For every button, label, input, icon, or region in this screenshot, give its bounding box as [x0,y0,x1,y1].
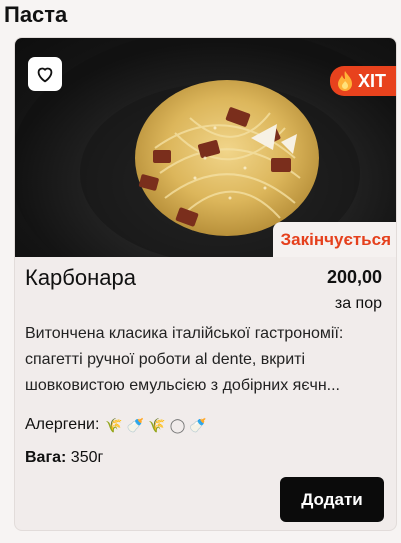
weight-value: 350г [70,449,104,466]
wheat-icon: 🌾 [105,417,123,433]
fire-icon [337,71,352,91]
product-name[interactable]: Карбонара [25,265,136,291]
hit-badge: ХІТ [329,66,396,96]
hit-label: ХІТ [357,70,386,91]
weight-label: Вага: [25,449,67,466]
price-unit: за пор [334,295,382,312]
stock-status-badge: Закінчується [272,222,396,257]
weight-row: Вага: 350г [25,449,103,467]
bottle-icon: 🍼 [189,417,207,433]
product-card[interactable]: ХІТ Закінчується Карбонара 200,00 за пор… [14,37,397,531]
wheat-icon: 🌾 [148,417,166,433]
product-description: Витончена класика італійської гастрономі… [25,325,344,394]
favorite-button[interactable] [28,57,62,91]
allergen-icons: 🌾 🍼 🌾 ◯ 🍼 [105,418,206,432]
product-price: 200,00 [326,267,382,287]
product-photo[interactable]: ХІТ Закінчується [15,38,396,257]
section-title: Паста [4,2,68,27]
egg-icon: ◯ [169,417,186,433]
add-to-cart-button[interactable]: Додати [280,477,384,522]
allergens-row: Алергени: 🌾 🍼 🌾 ◯ 🍼 [25,416,207,434]
bottle-icon: 🍼 [126,417,145,433]
heart-icon [37,67,53,83]
allergens-label: Алергени: [25,416,100,433]
